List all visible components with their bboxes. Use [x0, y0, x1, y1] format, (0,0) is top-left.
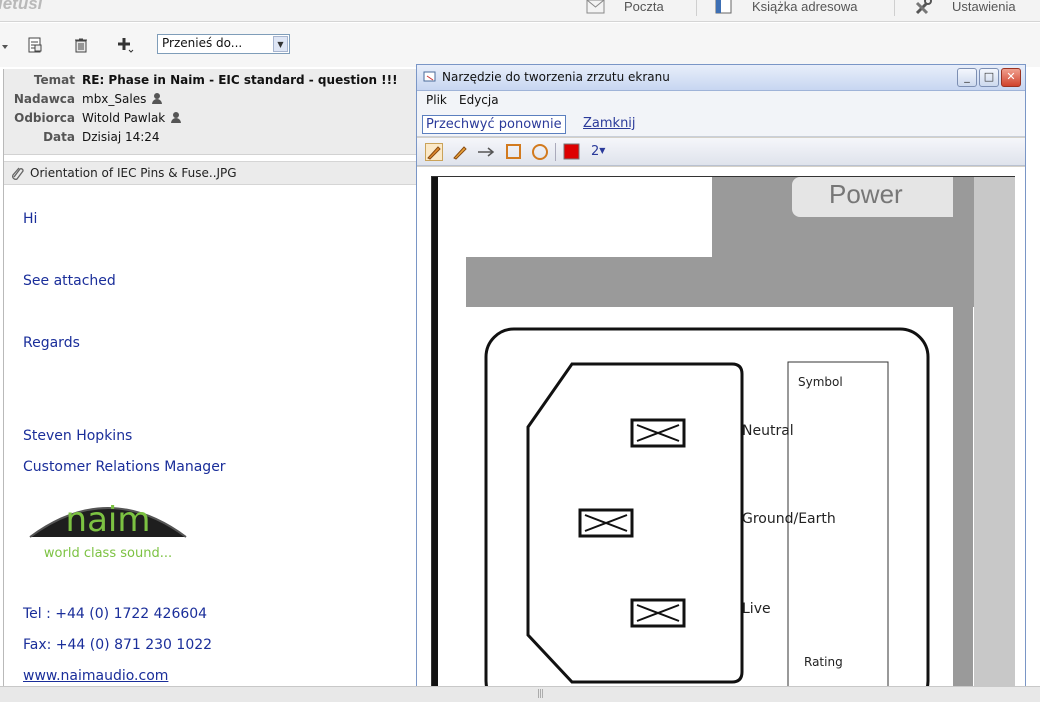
message-view: Temat RE: Phase in Naim - EIC standard -… — [3, 69, 444, 686]
header-subject: Temat RE: Phase in Naim - EIC standard -… — [4, 71, 444, 90]
move-to-label: Przenieś do... — [162, 36, 243, 50]
nav-mail[interactable]: Poczta — [586, 0, 664, 16]
snip-title: Narzędzie do tworzenia zrzutu ekranu — [442, 70, 670, 84]
dropdown-arrow-icon[interactable] — [0, 39, 10, 57]
signature-fax: Fax: +44 (0) 871 230 1022 — [23, 637, 213, 653]
signature-name: Steven Hopkins — [23, 428, 133, 444]
ground-label: Ground/Earth — [742, 511, 836, 527]
ellipse-icon[interactable] — [531, 143, 549, 161]
attachment-bar[interactable]: Orientation of IEC Pins & Fuse..JPG — [4, 161, 444, 185]
delete-icon[interactable] — [72, 36, 90, 54]
menu-file[interactable]: Plik — [426, 93, 447, 107]
close-button[interactable]: Zamknij — [580, 115, 639, 134]
header-date-label: Data — [43, 130, 75, 144]
header-to: Odbiorca Witold Pawlak — [4, 109, 444, 128]
mark-read-icon[interactable] — [26, 36, 44, 54]
settings-icon — [914, 0, 934, 15]
body-regards: Regards — [23, 335, 80, 351]
app-logo: ietusi — [0, 0, 43, 13]
paperclip-icon — [12, 167, 24, 180]
nav-separator — [894, 0, 895, 16]
naim-tagline: world class sound... — [44, 546, 172, 561]
pin-live — [630, 598, 686, 628]
snipping-tool-icon — [423, 71, 436, 82]
arrow-icon[interactable] — [477, 143, 495, 161]
pin-ground — [578, 508, 634, 538]
header-to-label: Odbiorca — [14, 111, 75, 125]
header-from-value[interactable]: mbx_Sales — [82, 92, 146, 106]
snip-drawing-toolbar: 2▼ — [417, 138, 1025, 166]
snip-titlebar[interactable]: Narzędzie do tworzenia zrzutu ekranu _ □… — [417, 65, 1025, 91]
symbol-label: Symbol — [798, 375, 843, 389]
header-from-label: Nadawca — [13, 92, 75, 106]
chevron-down-icon: ▼ — [599, 146, 606, 155]
person-icon[interactable] — [171, 112, 182, 123]
captured-image: Power Symbol Neutral Ground/Earth Live R… — [431, 176, 1015, 696]
snip-action-bar: Przechwyć ponownie Zamknij — [417, 111, 1025, 137]
horizontal-scrollbar[interactable]: ||| — [0, 686, 1040, 702]
live-label: Live — [742, 601, 771, 617]
signature-tel: Tel : +44 (0) 1722 426604 — [23, 606, 208, 622]
snipping-tool-window: Narzędzie do tworzenia zrzutu ekranu _ □… — [416, 64, 1026, 696]
mail-icon — [586, 0, 606, 15]
address-book-icon — [714, 0, 734, 15]
minimize-button[interactable]: _ — [957, 68, 977, 87]
header-subject-label: Temat — [33, 73, 75, 87]
scroll-grip-icon[interactable]: ||| — [537, 689, 544, 699]
add-icon[interactable] — [116, 36, 134, 54]
header-date: Data Dzisiaj 14:24 — [4, 128, 444, 147]
header-subject-value: RE: Phase in Naim - EIC standard - quest… — [82, 73, 398, 87]
header-from-wrap: mbx_Sales — [82, 90, 163, 109]
signature-website-link[interactable]: www.naimaudio.com — [23, 668, 168, 684]
nav-mail-label: Poczta — [624, 0, 664, 14]
nav-settings-label: Ustawienia — [952, 0, 1016, 14]
header-from: Nadawca mbx_Sales — [4, 90, 444, 109]
message-headers: Temat RE: Phase in Naim - EIC standard -… — [4, 69, 444, 155]
nav-address-book-label: Książka adresowa — [752, 0, 858, 14]
toolbar-separator — [555, 143, 556, 161]
chevron-down-icon[interactable]: ▼ — [273, 36, 288, 52]
highlighter-icon[interactable] — [451, 143, 469, 161]
message-toolbar — [0, 23, 1040, 67]
color-swatch-icon[interactable] — [563, 143, 581, 161]
rating-label: Rating — [804, 655, 843, 669]
naim-logo: naim world class sound... — [28, 489, 190, 569]
signature-role: Customer Relations Manager — [23, 459, 226, 475]
header-to-value[interactable]: Witold Pawlak — [82, 111, 165, 125]
menu-edit[interactable]: Edycja — [459, 93, 499, 107]
header-to-wrap: Witold Pawlak — [82, 109, 182, 128]
neutral-label: Neutral — [742, 423, 794, 439]
pen-icon[interactable] — [425, 143, 443, 161]
rectangle-icon[interactable] — [505, 143, 523, 161]
body-line: See attached — [23, 273, 116, 289]
snip-menubar: Plik Edycja — [417, 91, 1025, 111]
recapture-button[interactable]: Przechwyć ponownie — [422, 115, 566, 134]
pin-neutral — [630, 418, 686, 448]
body-greeting: Hi — [23, 211, 38, 227]
nav-address-book[interactable]: Książka adresowa — [714, 0, 858, 16]
top-navigation-bar: ietusi Poczta Książka adresowa Ustawieni… — [0, 0, 1040, 22]
move-to-select[interactable]: Przenieś do... ▼ — [157, 34, 290, 54]
pen-size-select[interactable]: 2▼ — [591, 144, 605, 159]
naim-brand-text: naim — [66, 500, 151, 540]
maximize-button[interactable]: □ — [979, 68, 999, 87]
person-icon[interactable] — [152, 93, 163, 104]
nav-separator — [696, 0, 697, 16]
power-label: Power — [829, 179, 903, 209]
attachment-filename[interactable]: Orientation of IEC Pins & Fuse..JPG — [30, 162, 237, 184]
header-date-value: Dzisiaj 14:24 — [82, 130, 160, 144]
capture-canvas: Power Symbol Neutral Ground/Earth Live R… — [417, 167, 1025, 696]
close-window-button[interactable]: ✕ — [1001, 68, 1021, 87]
nav-settings[interactable]: Ustawienia — [914, 0, 1016, 16]
